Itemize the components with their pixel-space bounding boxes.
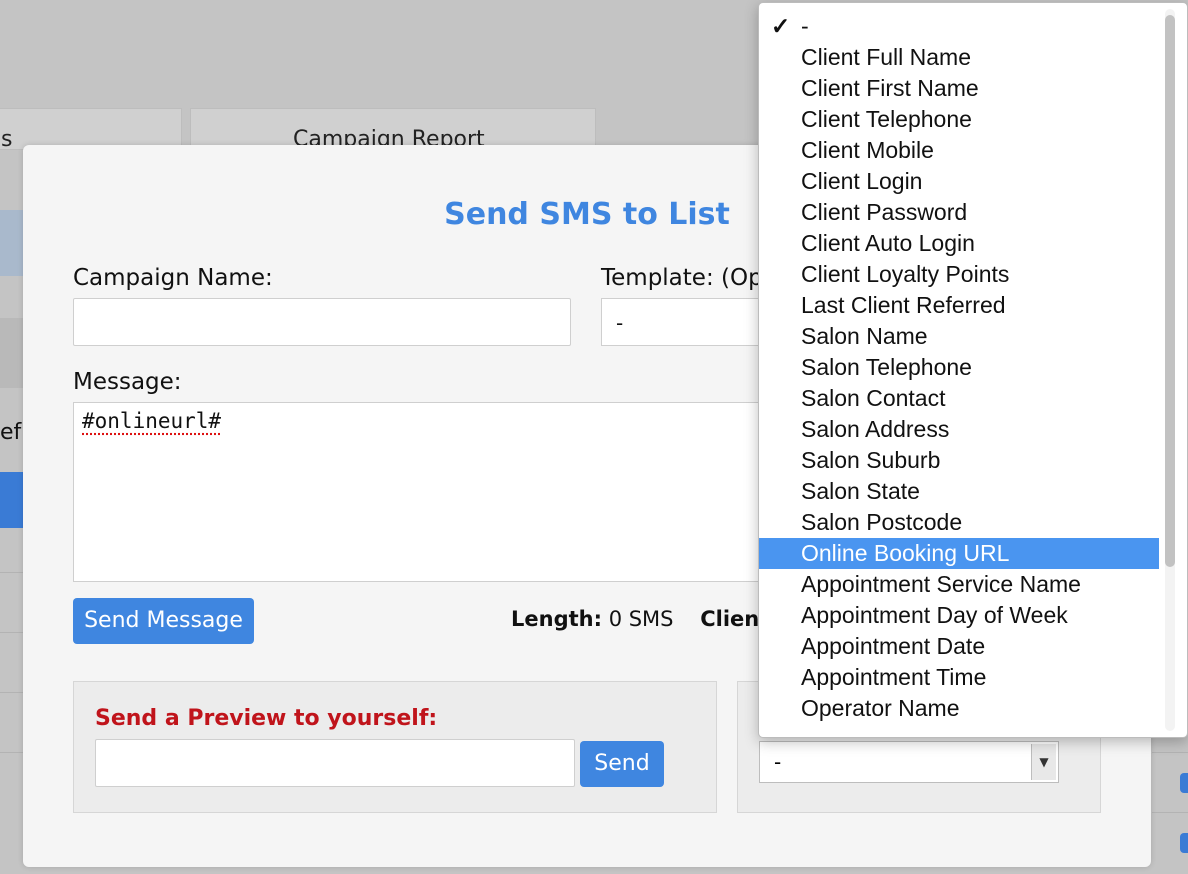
background-blue-button[interactable] bbox=[0, 472, 24, 528]
menu-item-label: Salon Name bbox=[801, 323, 928, 349]
preview-panel: Send a Preview to yourself: Send bbox=[73, 681, 717, 813]
preview-phone-input[interactable] bbox=[95, 739, 575, 787]
menu-item-label: Salon Contact bbox=[801, 385, 946, 411]
menu-item-label: Appointment Service Name bbox=[801, 571, 1081, 597]
menu-item-label: Online Booking URL bbox=[801, 540, 1010, 566]
background-divider bbox=[0, 572, 24, 573]
menu-item-label: Salon Postcode bbox=[801, 509, 963, 535]
background-tab-label: s bbox=[1, 127, 13, 150]
menu-item[interactable]: Client Auto Login bbox=[759, 228, 1159, 259]
menu-item[interactable]: Salon Contact bbox=[759, 383, 1159, 414]
menu-item[interactable]: Appointment Time bbox=[759, 662, 1159, 693]
menu-item[interactable]: ✓ - bbox=[759, 11, 1159, 42]
background-divider bbox=[1152, 812, 1188, 813]
chevron-down-icon: ▼ bbox=[1031, 744, 1056, 780]
menu-item-label: Client Mobile bbox=[801, 137, 934, 163]
campaign-name-input[interactable] bbox=[73, 298, 571, 346]
length-value: 0 SMS bbox=[608, 607, 674, 631]
placeholder-dropdown-menu[interactable]: ✓ - Client Full Name Client First Name Clien… bbox=[758, 2, 1188, 738]
menu-item-label: Operator Name bbox=[801, 695, 960, 721]
menu-item[interactable]: Salon Address bbox=[759, 414, 1159, 445]
background-highlight-row bbox=[0, 210, 24, 276]
template-label: Template: (Op bbox=[601, 265, 763, 291]
menu-item[interactable]: Appointment Day of Week bbox=[759, 600, 1159, 631]
background-divider bbox=[0, 632, 24, 633]
background-icon-cell bbox=[0, 318, 24, 388]
message-stats: Length: 0 SMS Clients: bbox=[511, 607, 790, 631]
background-tab[interactable]: s bbox=[0, 108, 182, 150]
preview-send-button[interactable]: Send bbox=[580, 741, 664, 787]
menu-item-label: Client Auto Login bbox=[801, 230, 975, 256]
template-select[interactable]: - bbox=[601, 298, 771, 346]
message-text: #onlineurl# bbox=[82, 409, 222, 433]
menu-item-label: - bbox=[801, 13, 809, 39]
background-tab-campaign-report[interactable]: Campaign Report bbox=[190, 108, 596, 150]
campaign-name-label: Campaign Name: bbox=[73, 265, 273, 291]
menu-item[interactable]: Operator Name bbox=[759, 693, 1159, 724]
menu-item-label: Client Login bbox=[801, 168, 923, 194]
menu-item[interactable]: Client Mobile bbox=[759, 135, 1159, 166]
menu-item[interactable]: Client Loyalty Points bbox=[759, 259, 1159, 290]
menu-item-label: Salon Telephone bbox=[801, 354, 972, 380]
menu-item[interactable]: Client Telephone bbox=[759, 104, 1159, 135]
menu-item[interactable]: Salon Name bbox=[759, 321, 1159, 352]
menu-item-label: Last Client Referred bbox=[801, 292, 1006, 318]
background-side-text: ef bbox=[0, 420, 22, 445]
menu-scrollbar[interactable] bbox=[1165, 9, 1175, 731]
menu-item-label: Client Telephone bbox=[801, 106, 972, 132]
menu-item[interactable]: Salon State bbox=[759, 476, 1159, 507]
menu-item-label: Client First Name bbox=[801, 75, 979, 101]
menu-item[interactable]: Salon Suburb bbox=[759, 445, 1159, 476]
preview-title: Send a Preview to yourself: bbox=[95, 706, 438, 731]
background-checkbox[interactable] bbox=[1180, 773, 1188, 793]
menu-item-label: Appointment Day of Week bbox=[801, 602, 1068, 628]
message-label: Message: bbox=[73, 369, 182, 395]
menu-item[interactable]: Online Booking URL bbox=[759, 538, 1159, 569]
message-textarea[interactable]: #onlineurl# bbox=[73, 402, 773, 582]
background-checkbox[interactable] bbox=[1180, 833, 1188, 853]
menu-item[interactable]: Salon Telephone bbox=[759, 352, 1159, 383]
right-panel-select[interactable]: - ▼ bbox=[759, 741, 1059, 783]
menu-item[interactable]: Client Password bbox=[759, 197, 1159, 228]
menu-item-label: Appointment Date bbox=[801, 633, 986, 659]
length-label: Length: bbox=[511, 607, 602, 631]
background-divider bbox=[0, 752, 24, 753]
menu-item[interactable]: Client Login bbox=[759, 166, 1159, 197]
menu-item[interactable]: Salon Postcode bbox=[759, 507, 1159, 538]
menu-item-label: Salon Suburb bbox=[801, 447, 941, 473]
background-divider bbox=[0, 692, 24, 693]
menu-item[interactable]: Client Full Name bbox=[759, 42, 1159, 73]
menu-item[interactable]: Appointment Service Name bbox=[759, 569, 1159, 600]
checkmark-icon: ✓ bbox=[771, 13, 791, 39]
menu-item-label: Salon State bbox=[801, 478, 920, 504]
menu-item-label: Client Loyalty Points bbox=[801, 261, 1010, 287]
menu-item-label: Client Full Name bbox=[801, 44, 971, 70]
right-panel-select-value: - bbox=[774, 750, 782, 774]
menu-item-label: Client Password bbox=[801, 199, 968, 225]
menu-item[interactable]: Appointment Date bbox=[759, 631, 1159, 662]
menu-scrollbar-thumb[interactable] bbox=[1165, 15, 1175, 567]
background-divider bbox=[1152, 752, 1188, 753]
send-message-button[interactable]: Send Message bbox=[73, 598, 254, 644]
menu-item-label: Appointment Time bbox=[801, 664, 987, 690]
menu-item[interactable]: Last Client Referred bbox=[759, 290, 1159, 321]
menu-item[interactable]: Client First Name bbox=[759, 73, 1159, 104]
menu-item-label: Salon Address bbox=[801, 416, 950, 442]
